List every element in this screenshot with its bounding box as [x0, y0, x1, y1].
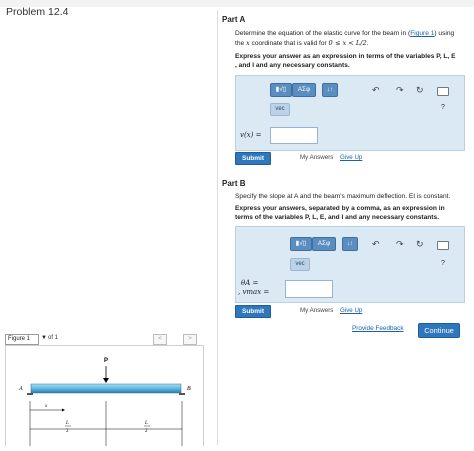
beam	[30, 383, 182, 394]
vx-answer-input[interactable]	[270, 127, 318, 144]
part-a-prompt-range: 0 ≤ x < L/2	[328, 38, 367, 47]
part-b-my-answers[interactable]: My Answers	[300, 307, 333, 314]
chevron-down-icon[interactable]: ▼	[41, 335, 47, 341]
provide-feedback-link[interactable]: Provide Feedback	[352, 325, 404, 332]
x-axis-label: x	[44, 404, 48, 409]
subscript-superscript-button[interactable]: ↓↑	[342, 237, 358, 251]
figure-count: of 1	[48, 335, 59, 341]
half-length-left-den: 2	[66, 429, 69, 434]
part-a-prompt-line2-mid: coordinate that is valid for	[249, 39, 329, 47]
figure-link[interactable]: Figure 1	[410, 30, 434, 37]
x-axis-arrowhead	[62, 408, 65, 412]
column-divider	[217, 10, 218, 445]
part-b-answer-panel: ▮√▯ ΑΣφ ↓↑ vec ↶ ↷ ↻ ? θA = , vmax =	[235, 226, 465, 303]
part-a-prompt-line2-end: .	[366, 39, 369, 47]
part-a-prompt-line2-pre: the	[235, 39, 246, 47]
support-b-label: B	[187, 386, 191, 392]
part-a-give-up[interactable]: Give Up	[340, 154, 362, 161]
load-arrowhead	[103, 378, 109, 383]
templates-button[interactable]: ▮√▯	[290, 237, 312, 251]
next-figure-button[interactable]: >	[183, 334, 197, 345]
part-a-label: Part A	[222, 15, 246, 24]
part-b-submit-button[interactable]: Submit	[235, 305, 271, 318]
previous-figure-button[interactable]: <	[153, 334, 167, 345]
part-b-instruction-line2: terms of the variables P, L, E, and I an…	[235, 213, 439, 221]
theta-a-label: θA =	[241, 279, 259, 287]
part-a-prompt-post: ) using	[434, 30, 455, 37]
pin-support-a	[27, 393, 33, 395]
part-b-instruction-line1: Express your answers, separated by a com…	[235, 205, 445, 212]
help-icon[interactable]: ?	[441, 104, 445, 111]
part-a-instruction-line1: Express your answer as an expression in …	[235, 53, 456, 60]
vec-button[interactable]: vec	[270, 103, 290, 116]
figure-frame: P A B x L 2 L 2	[5, 345, 204, 446]
part-a-answer-panel: ▮√▯ ΑΣφ ↓↑ vec ↶ ↷ ↻ ? v(x) =	[235, 75, 465, 151]
part-a-prompt-pre: Determine the equation of the elastic cu…	[235, 30, 411, 37]
half-length-left-num: L	[65, 421, 69, 426]
greek-symbols-button[interactable]: ΑΣφ	[292, 83, 316, 97]
support-a-label: A	[18, 386, 23, 392]
part-b-give-up[interactable]: Give Up	[340, 307, 362, 314]
part-a-prompt: Determine the equation of the elastic cu…	[235, 30, 465, 48]
redo-icon[interactable]: ↷	[396, 85, 404, 95]
undo-icon[interactable]: ↶	[372, 85, 380, 95]
undo-icon[interactable]: ↶	[372, 239, 380, 249]
part-b-answer-input[interactable]	[285, 280, 333, 298]
top-band	[0, 0, 474, 7]
figure-selector[interactable]: Figure 1	[5, 334, 39, 345]
vx-label: v(x) =	[240, 131, 262, 139]
part-a-submit-button[interactable]: Submit	[235, 152, 271, 165]
reset-icon[interactable]: ↻	[416, 85, 424, 95]
part-a-instruction: Express your answer as an expression in …	[235, 53, 467, 70]
help-icon[interactable]: ?	[441, 260, 445, 267]
continue-button[interactable]: Continue	[418, 323, 460, 338]
reset-icon[interactable]: ↻	[416, 239, 424, 249]
part-b-prompt: Specify the slope at A and the beam's ma…	[235, 193, 451, 200]
problem-title: Problem 12.4	[6, 6, 69, 18]
part-b-instruction: Express your answers, separated by a com…	[235, 205, 465, 222]
beam-diagram: P A B x L 2 L 2	[18, 358, 191, 446]
templates-button[interactable]: ▮√▯	[270, 83, 292, 97]
redo-icon[interactable]: ↷	[396, 239, 404, 249]
subscript-superscript-button[interactable]: ↓↑	[322, 83, 338, 97]
keyboard-icon[interactable]	[437, 87, 449, 96]
part-a-instruction-line2: , and I and any necessary constants.	[235, 61, 350, 69]
roller-support-b	[179, 393, 185, 395]
figure-selector-value: Figure 1	[8, 336, 31, 342]
half-length-right-den: 2	[145, 429, 148, 434]
vec-button[interactable]: vec	[290, 258, 310, 271]
figure-toolbar: Figure 1 ▼ of 1 < >	[5, 334, 197, 345]
vmax-label: , vmax =	[238, 288, 270, 296]
load-label: P	[104, 358, 108, 364]
part-a-my-answers[interactable]: My Answers	[300, 154, 333, 161]
part-b-label: Part B	[222, 179, 246, 188]
greek-symbols-button[interactable]: ΑΣφ	[312, 237, 336, 251]
half-length-right-num: L	[144, 421, 148, 426]
keyboard-icon[interactable]	[437, 241, 449, 250]
